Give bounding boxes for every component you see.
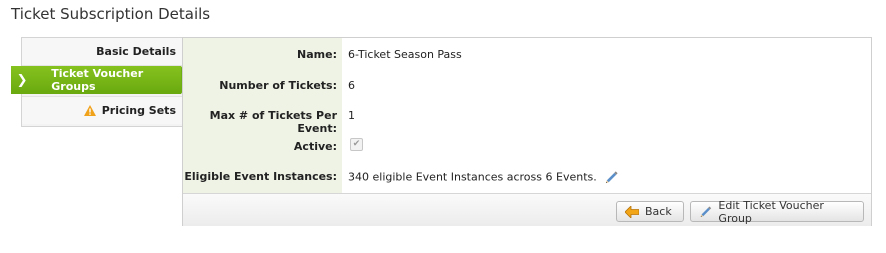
detail-row-name: Name: 6-Ticket Season Pass xyxy=(183,39,871,69)
details-panel: Name: 6-Ticket Season Pass Number of Tic… xyxy=(182,37,872,226)
edit-ticket-voucher-group-button[interactable]: Edit Ticket Voucher Group xyxy=(690,198,864,225)
nav-item-pricing-sets[interactable]: Pricing Sets xyxy=(22,96,184,124)
field-label: Active: xyxy=(293,140,337,153)
detail-row-number-of-tickets: Number of Tickets: 6 xyxy=(183,70,871,100)
detail-row-max-tickets-per-event: Max # of Tickets Per Event: 1 xyxy=(183,100,871,135)
page-title: Ticket Subscription Details xyxy=(11,5,211,23)
chevron-right-icon: ❯ xyxy=(16,72,28,88)
edit-button-label: Edit Ticket Voucher Group xyxy=(718,198,824,225)
field-value: 6-Ticket Season Pass xyxy=(348,48,462,61)
nav-item-basic-details[interactable]: Basic Details xyxy=(22,38,184,66)
active-checkbox[interactable]: ✔ xyxy=(350,138,363,151)
nav-item-label: Ticket Voucher Groups xyxy=(51,67,144,93)
pencil-icon xyxy=(700,206,712,217)
field-value: 340 eligible Event Instances across 6 Ev… xyxy=(348,170,619,185)
pencil-icon[interactable] xyxy=(604,170,619,185)
panel-footer: Back Edit Ticket Voucher Group xyxy=(183,193,871,226)
warning-icon xyxy=(83,105,96,116)
back-button-label: Back xyxy=(645,205,672,218)
field-value: 1 xyxy=(348,109,355,122)
nav-item-label: Basic Details xyxy=(96,45,176,58)
field-label: Number of Tickets: xyxy=(219,79,337,92)
back-arrow-icon xyxy=(625,205,639,218)
field-value: 6 xyxy=(348,79,355,92)
nav-item-ticket-voucher-groups[interactable]: ❯ Ticket Voucher Groups xyxy=(11,66,191,94)
back-button[interactable]: Back xyxy=(616,201,684,222)
detail-row-eligible-event-instances: Eligible Event Instances: 340 eligible E… xyxy=(183,161,871,191)
detail-row-active: Active: ✔ xyxy=(183,131,871,161)
nav-item-label: Pricing Sets xyxy=(101,104,176,117)
field-label: Name: xyxy=(297,48,337,61)
eligible-events-text: 340 eligible Event Instances across 6 Ev… xyxy=(348,170,597,184)
field-label: Eligible Event Instances: xyxy=(184,170,337,183)
